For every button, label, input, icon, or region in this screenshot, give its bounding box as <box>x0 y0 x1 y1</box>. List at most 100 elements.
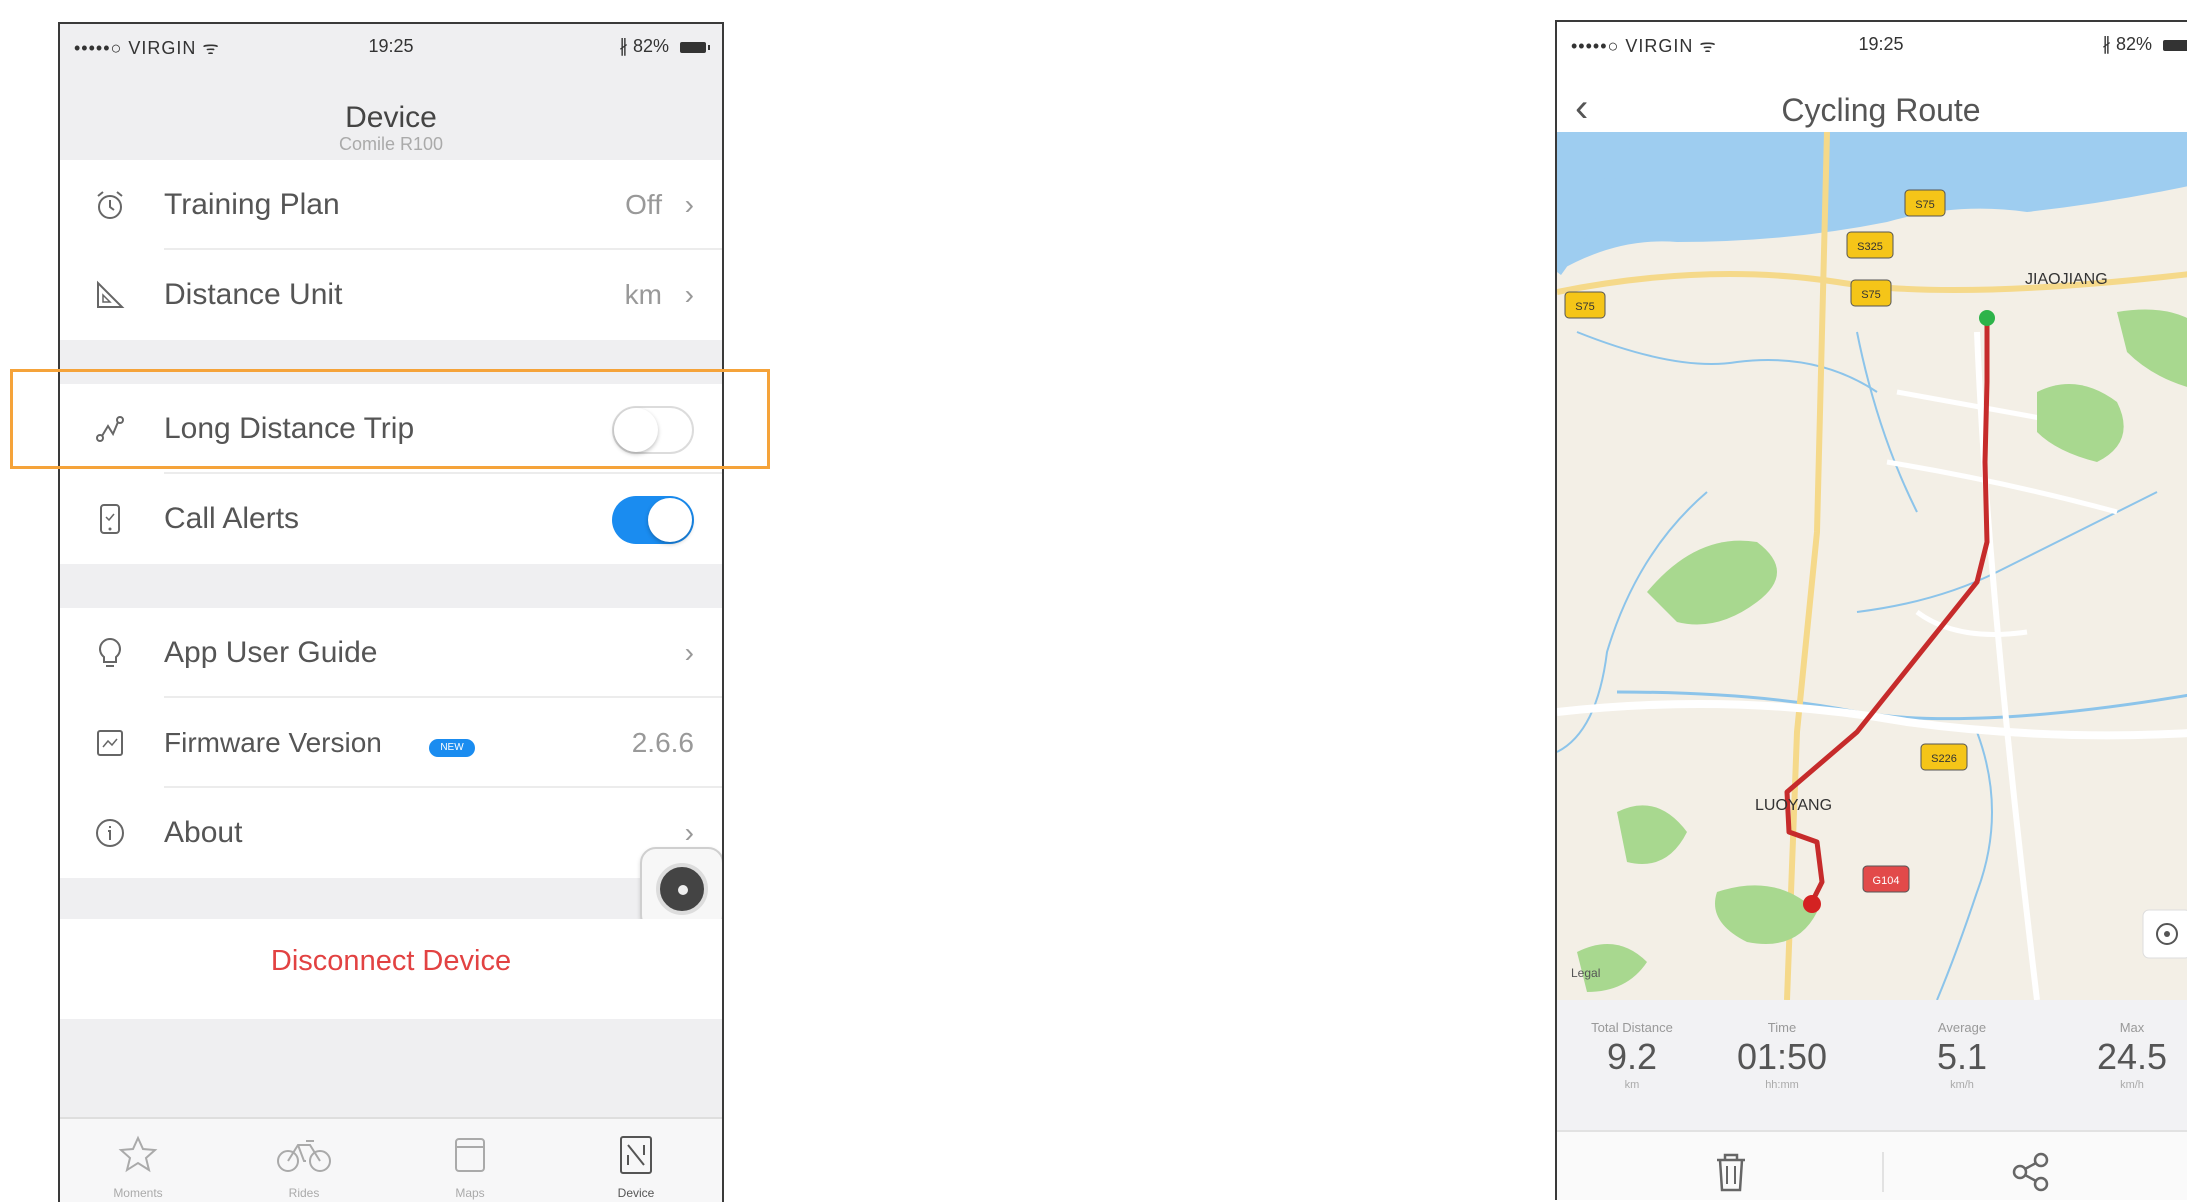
locate-me-button[interactable] <box>2142 909 2187 959</box>
clock: 19:25 <box>1858 34 1904 54</box>
city-label-luoyang: LUOYANG <box>1755 797 1832 814</box>
svg-text:S75: S75 <box>1915 199 1935 211</box>
disc-center <box>678 885 688 895</box>
stat-total-distance: Total Distance 9.2 km <box>1557 1020 1707 1091</box>
road-shield-s325: S325 <box>1846 231 1894 259</box>
stat-label: Time <box>1767 1020 1797 1035</box>
battery-icon <box>2163 39 2187 51</box>
tab-label: Maps <box>455 1186 485 1200</box>
nav-bar: Device Comile R100 <box>60 68 722 160</box>
chevron-right-icon: › <box>684 189 694 220</box>
distance-unit-label: Distance Unit <box>164 278 343 311</box>
distance-unit-value: km <box>624 279 662 310</box>
page-title: Cycling Route <box>1781 92 1981 128</box>
divider <box>1882 1152 1884 1192</box>
road-shield-s75-a: S75 <box>1904 189 1946 217</box>
tab-label: Device <box>617 1186 655 1200</box>
alarm-clock-icon <box>90 185 130 225</box>
call-alerts-label: Call Alerts <box>164 502 300 535</box>
road-shield-s75-c: S75 <box>1564 291 1606 319</box>
firmware-version-row[interactable]: Firmware Version NEW 2.6.6 <box>60 698 722 788</box>
stat-value: 01:50 <box>1736 1036 1828 1077</box>
tab-label: Rides <box>288 1186 320 1200</box>
route-map[interactable]: S75 S325 S75 S75 S226 G104 JIAOJIANG LUO… <box>1557 132 2187 1000</box>
ride-stats-panel: Total Distance 9.2 km Time 01:50 hh:mm A… <box>1557 1000 2187 1130</box>
training-plan-value: Off <box>625 189 662 220</box>
settings-group-info: App User Guide › Firmware Version NEW 2.… <box>60 608 722 878</box>
disconnect-device-button[interactable]: Disconnect Device <box>60 919 722 1019</box>
route-actions-bar <box>1557 1130 2187 1200</box>
battery-indicator: ∦ 82% <box>2102 34 2187 55</box>
road-shield-s226: S226 <box>1920 743 1968 771</box>
lightbulb-icon <box>90 633 130 673</box>
tab-moments[interactable]: Moments <box>78 1133 198 1200</box>
road-shield-g104: G104 <box>1862 865 1910 893</box>
disconnect-device-label: Disconnect Device <box>270 945 512 977</box>
status-bar: •••••○ VIRGIN ᯤ 19:25 ∦ 82% <box>60 24 722 68</box>
star-icon <box>118 1135 158 1173</box>
trash-icon[interactable] <box>1703 1144 1759 1200</box>
stat-value: 5.1 <box>1936 1036 1988 1077</box>
about-row[interactable]: About › <box>60 788 722 878</box>
chevron-right-icon: › <box>684 279 694 310</box>
route-end-marker <box>1803 895 1821 913</box>
info-icon <box>90 813 130 853</box>
device-settings-screen: •••••○ VIRGIN ᯤ 19:25 ∦ 82% Device Comil… <box>58 22 724 1202</box>
svg-text:G104: G104 <box>1873 875 1900 887</box>
stat-label: Total Distance <box>1591 1020 1673 1035</box>
distance-unit-row[interactable]: Distance Unit km › <box>60 250 722 340</box>
training-plan-row[interactable]: Training Plan Off › <box>60 160 722 250</box>
battery-label: ∦ 82% <box>618 36 669 56</box>
share-icon[interactable] <box>2003 1144 2059 1200</box>
app-user-guide-row[interactable]: App User Guide › <box>60 608 722 698</box>
new-badge: NEW <box>429 739 475 757</box>
stat-unit: km <box>1624 1079 1640 1091</box>
stat-unit: hh:mm <box>1765 1079 1799 1091</box>
about-label: About <box>164 816 243 849</box>
tab-device[interactable]: Device <box>576 1133 696 1200</box>
road-shield-s75-b: S75 <box>1850 279 1892 307</box>
svg-text:S75: S75 <box>1861 289 1881 301</box>
call-alerts-toggle[interactable] <box>612 496 694 544</box>
app-user-guide-label: App User Guide <box>164 636 378 669</box>
svg-text:S75: S75 <box>1575 301 1595 313</box>
firmware-version-value: 2.6.6 <box>631 727 694 758</box>
map-legal-link[interactable]: Legal <box>1571 966 1600 980</box>
stat-value: 9.2 <box>1606 1036 1658 1077</box>
stat-max-speed: Max 24.5 km/h <box>2057 1020 2187 1091</box>
cycling-route-screen: •••••○ VIRGIN ᯤ 19:25 ∦ 82% ‹ Cycling Ro… <box>1555 20 2187 1200</box>
device-icon <box>620 1136 652 1174</box>
battery-indicator: ∦ 82% <box>618 36 710 57</box>
battery-label: ∦ 82% <box>2101 34 2152 54</box>
tab-label: Moments <box>113 1186 163 1200</box>
training-plan-label: Training Plan <box>164 188 340 221</box>
firmware-version-label: Firmware Version <box>164 727 382 758</box>
tab-bar: Moments Rides Maps Device <box>60 1117 722 1202</box>
chevron-right-icon: › <box>684 637 694 668</box>
ruler-triangle-icon <box>90 275 130 315</box>
route-start-marker <box>1979 310 1995 326</box>
settings-group-general: Training Plan Off › Distance Unit km › <box>60 160 722 340</box>
firmware-icon <box>90 723 130 763</box>
stat-average-speed: Average 5.1 km/h <box>1887 1020 2037 1091</box>
stat-time: Time 01:50 hh:mm <box>1707 1020 1857 1091</box>
battery-icon <box>680 41 710 53</box>
toggle-knob <box>648 498 692 542</box>
phone-icon <box>90 499 130 539</box>
call-alerts-row: Call Alerts <box>60 474 722 564</box>
stat-value: 24.5 <box>2096 1036 2168 1077</box>
tab-maps[interactable]: Maps <box>410 1133 530 1200</box>
tab-rides[interactable]: Rides <box>244 1133 364 1200</box>
stat-unit: km/h <box>1950 1079 1974 1091</box>
highlight-box <box>10 369 770 469</box>
city-label-jiaojiang: JIAOJIANG <box>2025 271 2108 288</box>
bicycle-icon <box>277 1140 331 1172</box>
status-bar: •••••○ VIRGIN ᯤ 19:25 ∦ 82% <box>1557 22 2187 66</box>
svg-text:S226: S226 <box>1931 753 1957 765</box>
stat-label: Average <box>1937 1020 1987 1035</box>
stat-label: Max <box>2119 1020 2145 1035</box>
page-title: Device <box>345 101 437 134</box>
svg-text:S325: S325 <box>1857 241 1883 253</box>
maps-icon <box>455 1138 485 1172</box>
stat-unit: km/h <box>2120 1079 2144 1091</box>
